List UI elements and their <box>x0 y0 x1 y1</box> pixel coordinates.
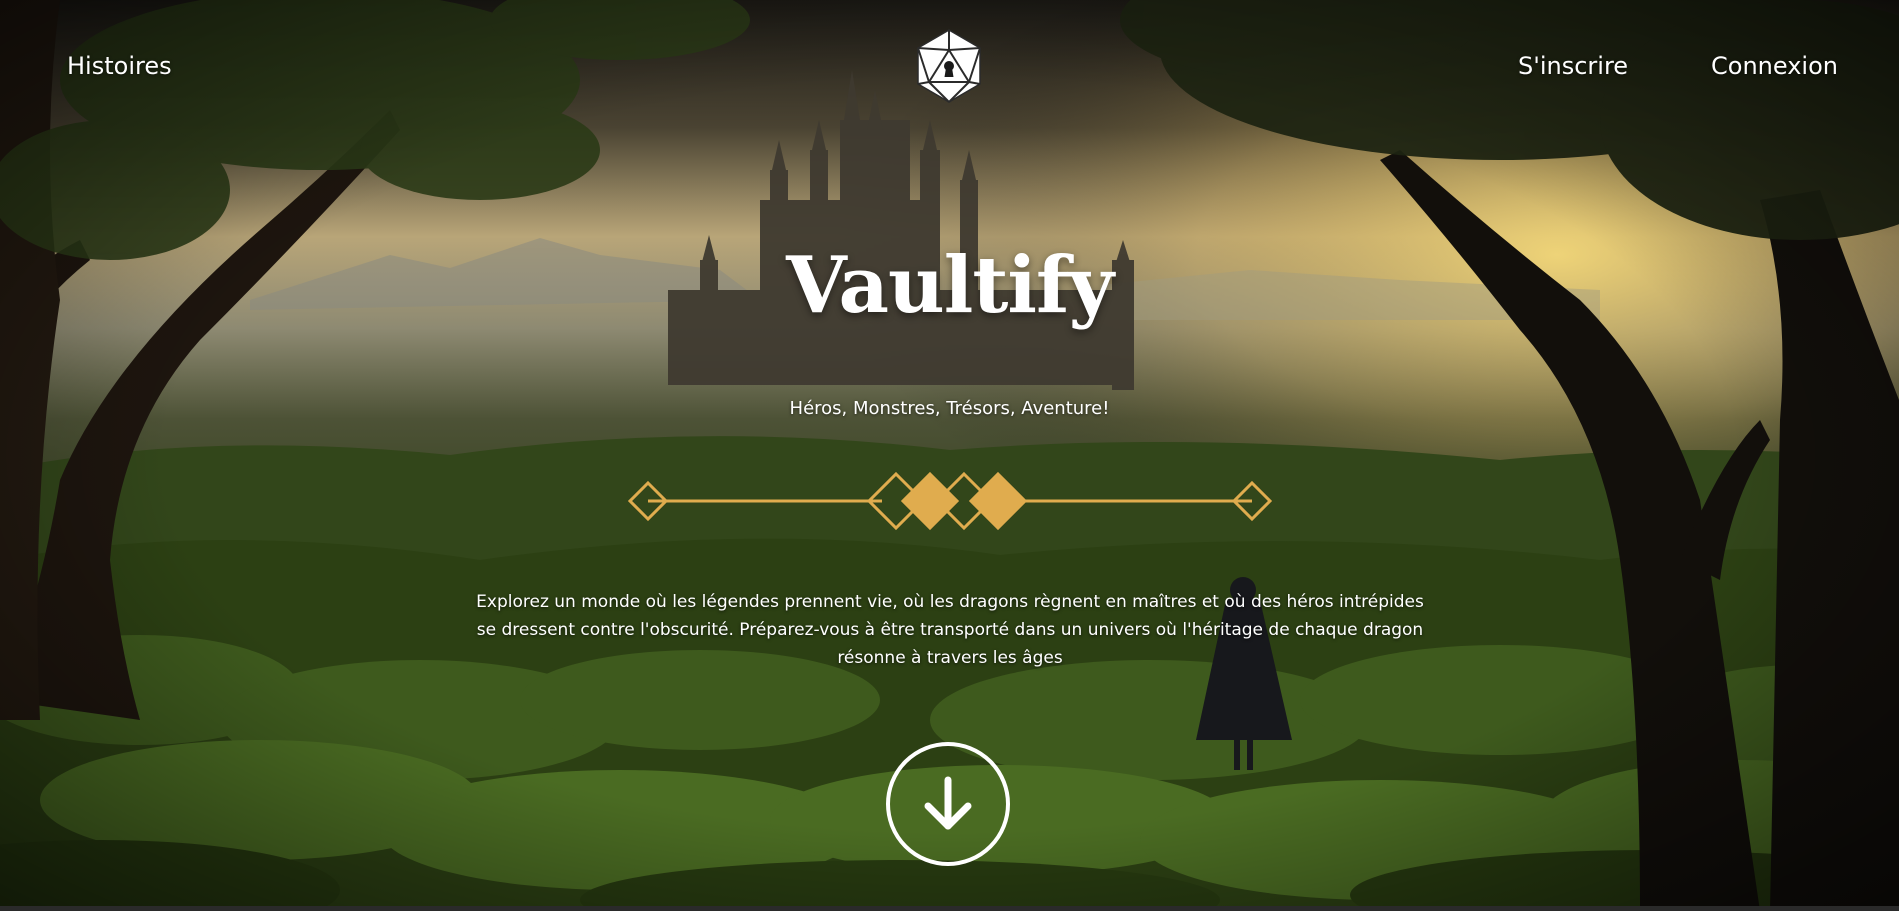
d20-lock-icon[interactable] <box>914 28 984 104</box>
site-tagline: Héros, Monstres, Trésors, Aventure! <box>789 398 1110 419</box>
nav-histoires-link[interactable]: Histoires <box>67 52 172 80</box>
bottom-border <box>0 906 1899 911</box>
scroll-down-button[interactable] <box>886 742 1010 866</box>
ornament-divider <box>628 471 1272 531</box>
site-title: Vaultify <box>786 240 1114 331</box>
nav-signup-link[interactable]: S'inscrire <box>1518 52 1628 80</box>
nav-login-link[interactable]: Connexion <box>1711 52 1838 80</box>
arrow-down-icon <box>924 776 972 830</box>
hero-section: Histoires S'inscrire Connexion Vaultify … <box>0 0 1899 911</box>
hero-description: Explorez un monde où les légendes prenne… <box>476 592 1424 668</box>
